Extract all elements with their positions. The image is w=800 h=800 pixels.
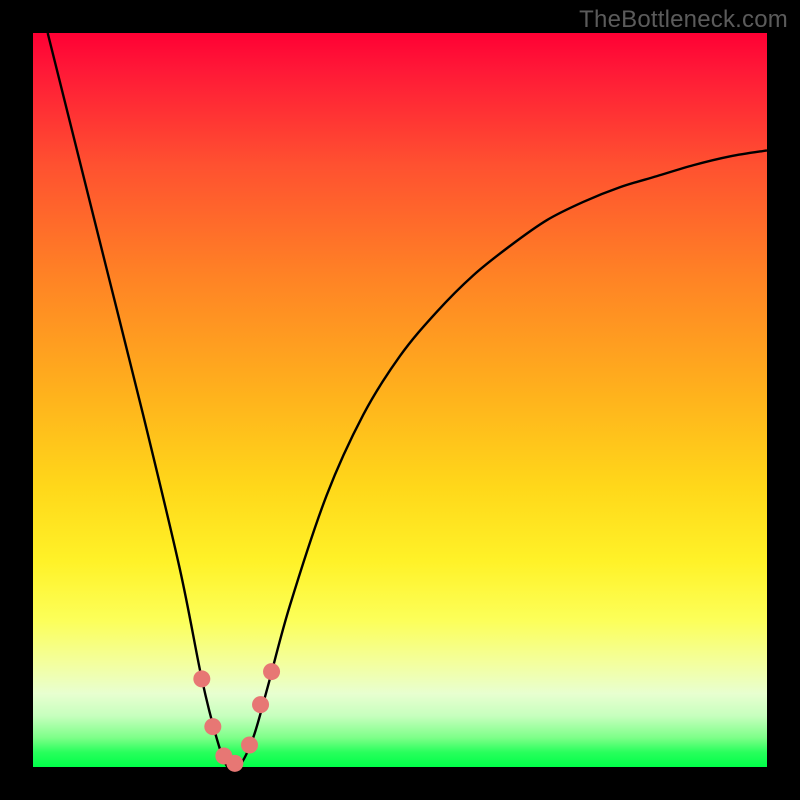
chart-svg xyxy=(33,33,767,767)
plot-area xyxy=(33,33,767,767)
chart-frame: TheBottleneck.com xyxy=(0,0,800,800)
data-marker xyxy=(193,670,210,687)
data-marker xyxy=(252,696,269,713)
data-marker xyxy=(263,663,280,680)
data-marker xyxy=(226,755,243,772)
data-marker xyxy=(241,736,258,753)
marker-group xyxy=(193,663,280,772)
bottleneck-curve xyxy=(48,33,767,771)
data-marker xyxy=(204,718,221,735)
watermark-text: TheBottleneck.com xyxy=(579,6,788,34)
